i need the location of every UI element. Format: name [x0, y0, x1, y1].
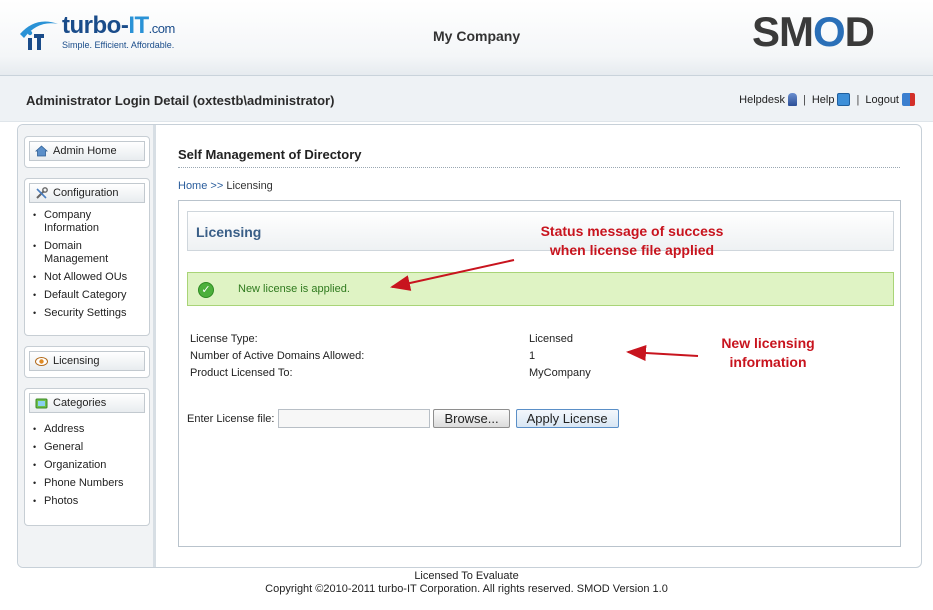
- status-arrow: [390, 259, 515, 291]
- annotation-arrows: [390, 259, 699, 362]
- footer-license: Licensed To Evaluate: [414, 570, 519, 582]
- footer-copyright: Copyright ©2010-2011 turbo-IT Corporatio…: [265, 583, 668, 595]
- footer: Licensed To Evaluate Copyright ©2010-201…: [0, 568, 933, 596]
- info-arrow: [626, 345, 699, 362]
